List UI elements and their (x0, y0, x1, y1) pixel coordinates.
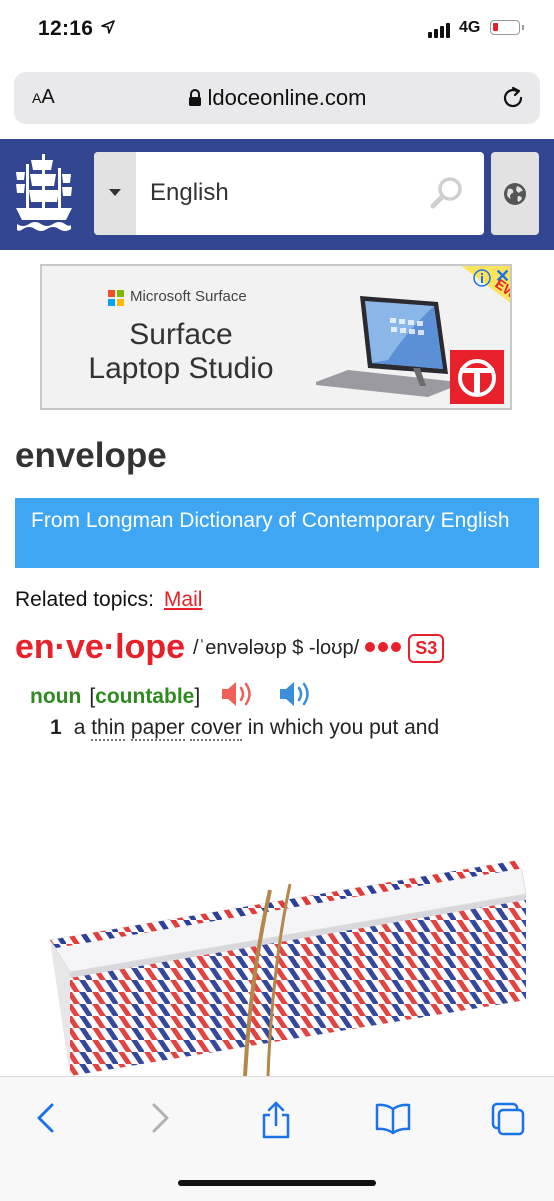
microsoft-logo (108, 290, 124, 306)
tabs-icon[interactable] (490, 1101, 526, 1137)
grammar-code: [countable] (89, 685, 201, 708)
frequency-badge: S3 (408, 634, 445, 663)
lock-icon (188, 89, 201, 106)
ad-title-line1: Surface (129, 318, 233, 351)
pronunciation: /ˈenvələʊp $ -loʊp/ (193, 637, 360, 659)
envelopes-illustration (49, 860, 527, 1076)
related-topic-link-mail[interactable]: Mail (164, 588, 203, 611)
sense-definition: 1a thin paper cover in which you put and (50, 716, 440, 741)
ad-close-icon[interactable]: ✕ (495, 266, 510, 287)
ad-brand: Microsoft Surface (130, 288, 247, 305)
globe-icon (504, 183, 526, 205)
clock: 12:16 (38, 17, 94, 40)
laptop-image (316, 296, 458, 397)
entry-heading: en·ve·lope/ˈenvələʊp $ -loʊp/S3 (15, 628, 445, 667)
ad-title-line2: Laptop Studio (88, 352, 274, 385)
longman-ship-logo[interactable] (14, 150, 74, 236)
caret-down-icon (109, 189, 121, 196)
search-icon[interactable] (430, 176, 464, 210)
ad-info-icon[interactable] (472, 268, 492, 288)
ad-advertiser-logo (450, 350, 504, 404)
back-icon[interactable] (34, 1101, 58, 1135)
dictionary-source-banner: From Longman Dictionary of Contemporary … (15, 498, 539, 568)
advertisement-banner[interactable]: Microsoft Surface Surface Laptop Studio … (40, 264, 512, 410)
address-bar[interactable]: AA ldoceonline.com (14, 72, 540, 124)
search-box[interactable]: English (94, 152, 484, 235)
page-title: envelope (15, 436, 167, 475)
language-button[interactable] (491, 152, 539, 235)
signal-bars-icon (428, 22, 450, 38)
bookmarks-icon[interactable] (374, 1101, 412, 1135)
network-type: 4G (459, 19, 481, 36)
dictionary-dropdown[interactable] (94, 152, 136, 235)
word-link-thin[interactable]: thin (91, 716, 126, 741)
status-bar: 12:16 4G (0, 0, 554, 58)
syllabified-headword: en·ve·lope (15, 628, 186, 666)
american-audio-icon[interactable] (278, 680, 316, 708)
word-link-cover[interactable]: cover (190, 716, 242, 741)
forward-icon[interactable] (148, 1101, 172, 1135)
british-audio-icon[interactable] (220, 680, 258, 708)
related-topics: Related topics: Mail (15, 588, 202, 612)
frequency-dots (365, 639, 404, 657)
related-topics-label: Related topics: (15, 588, 154, 611)
word-link-paper[interactable]: paper (130, 716, 185, 741)
search-input[interactable]: English (150, 179, 229, 207)
part-of-speech-line: noun [countable] (30, 680, 316, 709)
url-text[interactable]: ldoceonline.com (208, 85, 367, 110)
home-indicator (178, 1180, 376, 1186)
part-of-speech: noun (30, 685, 82, 708)
site-header: English (0, 139, 554, 250)
location-arrow-icon (101, 20, 115, 34)
reload-icon[interactable] (500, 85, 526, 111)
sense-number: 1 (50, 716, 62, 739)
battery-icon (490, 20, 524, 35)
share-icon[interactable] (260, 1101, 292, 1139)
